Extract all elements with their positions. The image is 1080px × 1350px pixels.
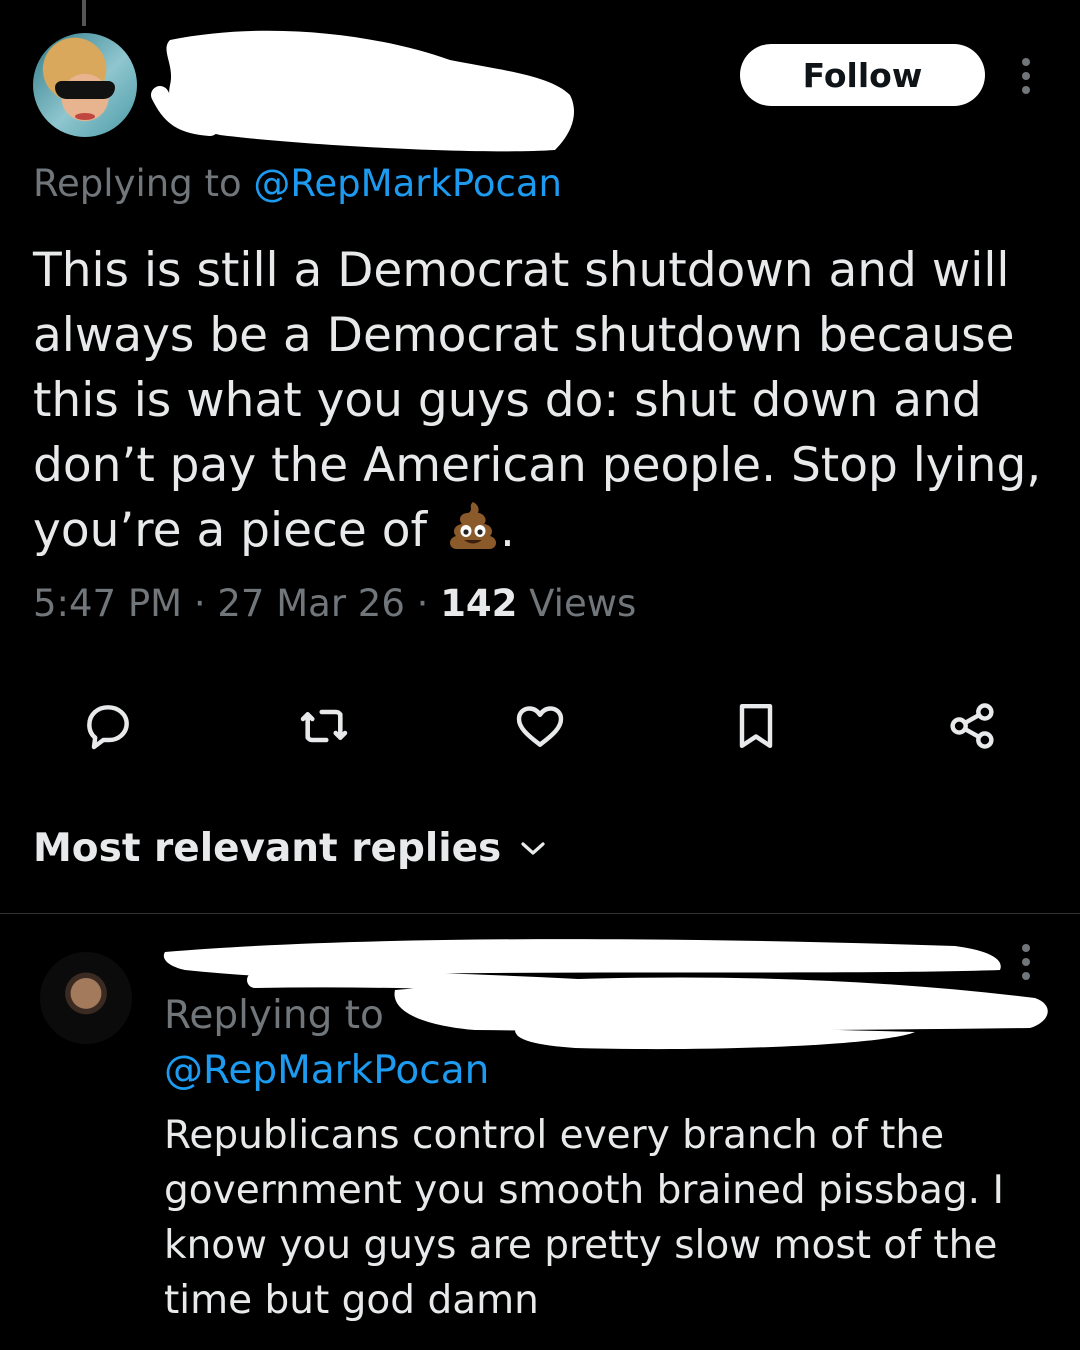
- chevron-down-icon: [521, 841, 545, 855]
- reply-button[interactable]: [78, 696, 138, 756]
- follow-button[interactable]: Follow: [740, 44, 985, 106]
- reply-text: Republicans control every branch of the …: [164, 1113, 1004, 1323]
- views-count[interactable]: 142: [440, 582, 517, 625]
- meta-separator: ·: [182, 582, 218, 625]
- retweet-button[interactable]: [294, 696, 354, 756]
- tweet-text-suffix: .: [499, 503, 515, 558]
- bookmark-button[interactable]: [726, 696, 786, 756]
- share-icon: [950, 703, 994, 749]
- redacted-author-name: [151, 30, 575, 152]
- reply-replying-to: Replying to: [164, 993, 384, 1038]
- reply-icon: [87, 705, 129, 750]
- reply-replying-handle[interactable]: @RepMarkPocan: [164, 1048, 489, 1093]
- tweet-time[interactable]: 5:47 PM: [33, 582, 182, 625]
- more-options-icon[interactable]: [1014, 56, 1038, 96]
- replying-to-prefix: Replying to: [33, 162, 254, 205]
- tweet-text: This is still a Democrat shutdown and wi…: [33, 238, 1043, 563]
- replying-to-handle[interactable]: @RepMarkPocan: [253, 162, 562, 205]
- share-button[interactable]: [942, 696, 1002, 756]
- bookmark-icon: [739, 703, 773, 749]
- meta-separator-2: ·: [404, 582, 441, 625]
- tweet-date[interactable]: 27 Mar 26: [217, 582, 405, 625]
- retweet-icon: [300, 709, 348, 743]
- divider: [0, 913, 1080, 914]
- reply-author-avatar[interactable]: [40, 952, 132, 1044]
- reply-more-options-icon[interactable]: [1014, 942, 1038, 982]
- author-avatar[interactable]: [33, 33, 137, 137]
- like-icon: [516, 706, 564, 747]
- thread-line: [82, 0, 86, 26]
- views-label[interactable]: Views: [517, 582, 636, 625]
- tweet-body: This is still a Democrat shutdown and wi…: [33, 243, 1042, 558]
- avatar-lips: [75, 113, 95, 120]
- tweet-meta: 5:47 PM · 27 Mar 26 · 142 Views: [33, 582, 636, 625]
- replies-sort-label: Most relevant replies: [33, 826, 502, 871]
- poop-emoji-icon: [449, 502, 496, 549]
- replies-sort[interactable]: Most relevant replies: [33, 826, 547, 871]
- like-button[interactable]: [510, 696, 570, 756]
- avatar-sunglasses: [55, 81, 115, 99]
- replying-to: Replying to @RepMarkPocan: [33, 162, 562, 205]
